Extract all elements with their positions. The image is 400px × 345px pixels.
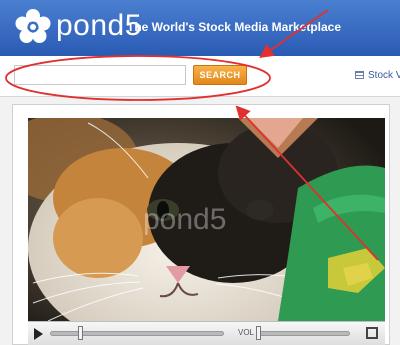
site-header: pond5 The World's Stock Media Marketplac… xyxy=(0,0,400,56)
volume-handle[interactable] xyxy=(256,326,261,340)
fullscreen-icon[interactable] xyxy=(366,327,378,339)
seek-bar[interactable] xyxy=(50,331,224,336)
site-tagline: The World's Stock Media Marketplace xyxy=(127,20,342,34)
video-controls: VOL xyxy=(28,321,385,345)
play-icon[interactable] xyxy=(34,328,43,340)
video-watermark: pond5 xyxy=(143,203,227,236)
film-icon xyxy=(355,71,364,79)
stock-video-link[interactable]: Stock V xyxy=(355,70,400,81)
video-player[interactable]: pond5 xyxy=(28,118,385,321)
search-button[interactable]: SEARCH xyxy=(193,65,247,85)
volume-label: VOL xyxy=(238,328,255,337)
stock-video-label: Stock V xyxy=(368,70,400,81)
seek-handle[interactable] xyxy=(77,326,83,340)
volume-slider[interactable] xyxy=(256,331,350,336)
search-bar: SEARCH Stock V xyxy=(0,56,400,97)
search-input[interactable] xyxy=(14,65,186,85)
flower-icon[interactable] xyxy=(14,8,52,46)
